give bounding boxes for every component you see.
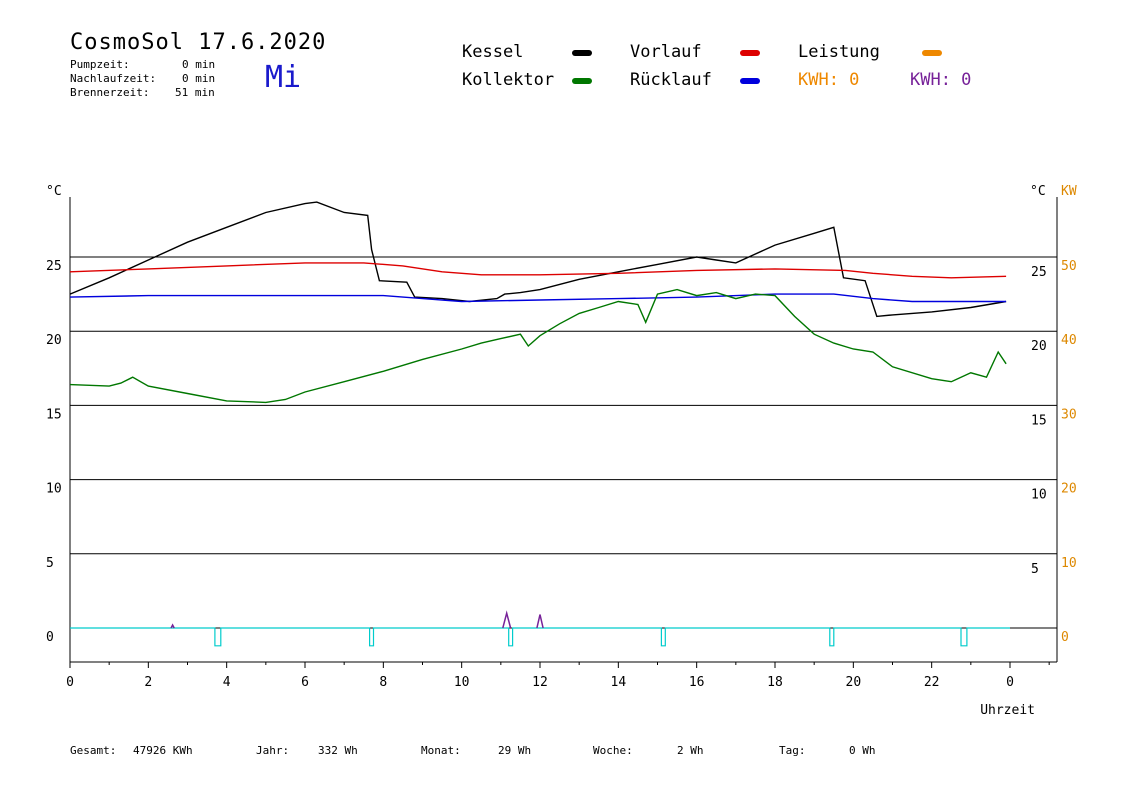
x-tick-label: 6	[301, 675, 309, 690]
y-tick-label-left: 15	[46, 407, 62, 422]
x-axis-label: Uhrzeit	[980, 703, 1035, 718]
y-tick-label-left: 10	[46, 482, 62, 497]
y-axis-label-kw: KW	[1061, 184, 1077, 199]
y-axis-label-left: °C	[46, 184, 62, 199]
footer-gesamt-label: Gesamt:	[70, 744, 117, 757]
footer-tag-value: 0 Wh	[849, 744, 876, 757]
x-tick-label: 0	[1006, 675, 1014, 690]
x-tick-label: 12	[532, 675, 548, 690]
x-tick-label: 0	[66, 675, 74, 690]
y-tick-label-left: 0	[46, 630, 54, 645]
y-axis-label-right: °C	[1030, 184, 1046, 199]
x-tick-label: 10	[454, 675, 470, 690]
series-kessel-line	[69, 201, 1007, 318]
y-tick-label-kw: 0	[1061, 630, 1069, 645]
y-tick-label-kw: 40	[1061, 333, 1077, 348]
footer-jahr-label: Jahr:	[256, 744, 290, 757]
y-tick-label-left: 20	[46, 333, 62, 348]
kw-spike	[536, 614, 544, 629]
footer-tag-label: Tag:	[779, 744, 806, 757]
footer-woche-label: Woche:	[593, 744, 633, 757]
series-vorlauf-line	[69, 262, 1007, 279]
y-tick-label-left: 5	[46, 556, 54, 571]
y-tick-label-right: 15	[1031, 413, 1047, 428]
footer-gesamt-value: 47926 KWh	[133, 744, 193, 757]
y-tick-label-kw: 30	[1061, 407, 1077, 422]
x-tick-label: 14	[611, 675, 627, 690]
y-tick-label-right: 20	[1031, 339, 1047, 354]
footer-woche-value: 2 Wh	[677, 744, 704, 757]
x-tick-label: 20	[846, 675, 862, 690]
y-tick-label-right: 25	[1031, 265, 1047, 280]
x-tick-label: 2	[144, 675, 152, 690]
footer-jahr-value: 332 Wh	[318, 744, 358, 757]
x-tick-label: 4	[223, 675, 231, 690]
x-tick-label: 16	[689, 675, 705, 690]
x-tick-label: 18	[767, 675, 783, 690]
series-rcklauf-line	[69, 293, 1007, 303]
series-kollektor-line	[69, 288, 1007, 404]
temperature-chart: 0 2 4 6 8 10 12 14 16 18 20 22 0 Uhrzeit 0 5 10 15 20 25 °C 5…	[46, 184, 1077, 718]
y-tick-label-kw: 20	[1061, 482, 1077, 497]
y-tick-label-right: 10	[1031, 488, 1047, 503]
x-tick-label: 22	[924, 675, 940, 690]
y-tick-label-kw: 50	[1061, 259, 1077, 274]
y-tick-label-kw: 10	[1061, 556, 1077, 571]
y-tick-label-left: 25	[46, 259, 62, 274]
footer-monat-label: Monat:	[421, 744, 461, 757]
series-pumpe-line	[70, 627, 1010, 647]
kw-spike	[502, 610, 512, 629]
x-tick-label: 8	[379, 675, 387, 690]
footer-monat-value: 29 Wh	[498, 744, 532, 757]
y-tick-label-right: 5	[1031, 562, 1039, 577]
